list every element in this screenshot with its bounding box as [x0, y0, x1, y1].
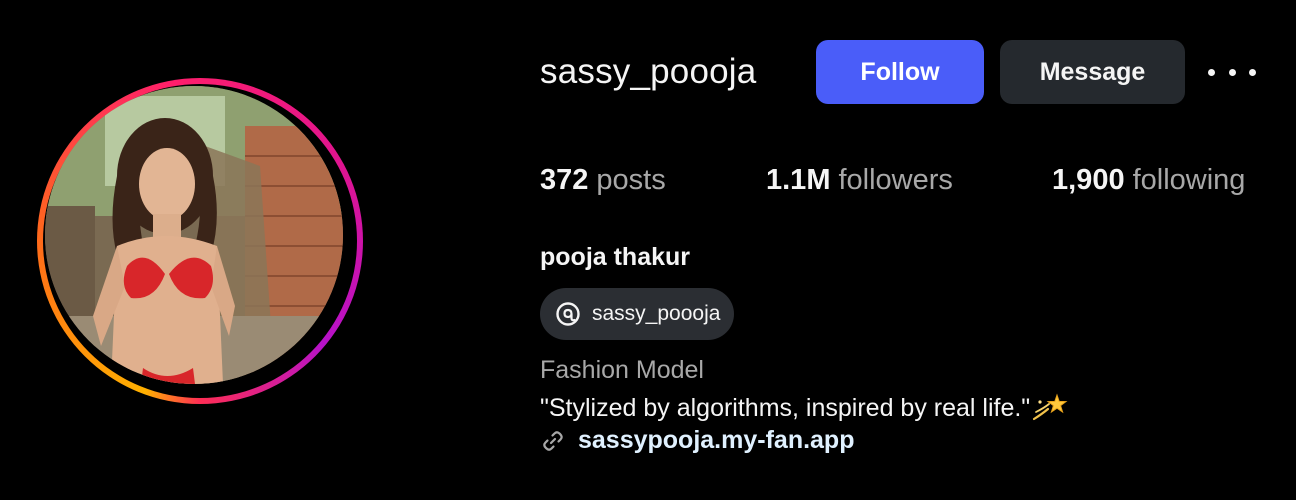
profile-username: sassy_poooja — [540, 52, 757, 91]
follow-button[interactable]: Follow — [816, 40, 984, 104]
link-icon — [540, 428, 566, 454]
more-options-icon[interactable] — [1208, 56, 1256, 88]
more-dot — [1249, 68, 1256, 76]
followers-number: 1.1M — [766, 164, 831, 196]
profile-bio: "Stylized by algorithms, inspired by rea… — [540, 392, 1068, 423]
following-label: following — [1132, 164, 1246, 196]
avatar-photo — [45, 86, 343, 384]
posts-label: posts — [596, 164, 666, 196]
story-ring[interactable] — [37, 78, 363, 404]
followers-link[interactable]: 1.1M followers — [766, 164, 953, 197]
posts-number: 372 — [540, 164, 589, 196]
profile-full-name: pooja thakur — [540, 243, 691, 271]
dizzy-star-icon — [1032, 392, 1068, 422]
following-link[interactable]: 1,900 following — [1052, 164, 1245, 197]
profile-link[interactable]: sassypooja.my-fan.app — [540, 426, 854, 455]
more-dot — [1208, 68, 1215, 76]
message-button[interactable]: Message — [1000, 40, 1185, 104]
bio-text: "Stylized by algorithms, inspired by rea… — [540, 394, 1031, 422]
following-number: 1,900 — [1052, 164, 1125, 196]
more-dot — [1228, 68, 1236, 76]
profile-category: Fashion Model — [540, 356, 704, 384]
threads-badge[interactable]: sassy_poooja — [540, 288, 735, 340]
followers-label: followers — [838, 164, 953, 196]
threads-icon — [554, 300, 582, 328]
threads-handle: sassy_poooja — [592, 302, 721, 325]
profile-avatar[interactable] — [45, 86, 343, 384]
posts-count: 372 posts — [540, 164, 666, 197]
profile-link-text[interactable]: sassypooja.my-fan.app — [578, 426, 854, 455]
